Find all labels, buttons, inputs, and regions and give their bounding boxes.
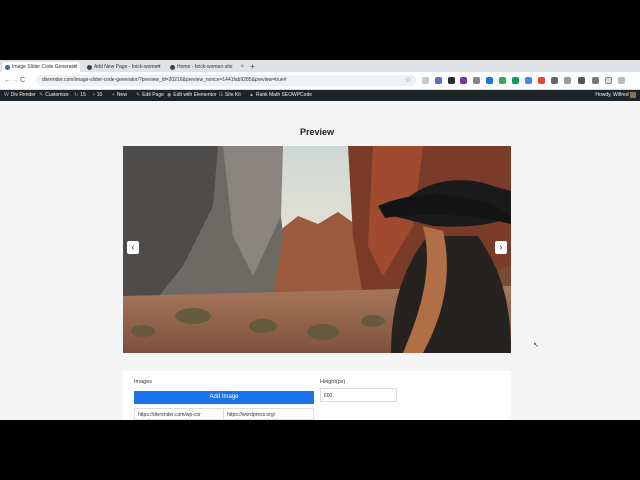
slider-next-button[interactable]: › (495, 241, 507, 254)
images-label: Images (134, 379, 153, 385)
extension-icon[interactable] (499, 77, 506, 84)
profile-icon[interactable] (605, 77, 612, 84)
preview-title: Preview (299, 127, 335, 137)
back-button[interactable]: ← (4, 76, 11, 85)
close-tab-icon[interactable]: × (73, 62, 77, 72)
extension-icon[interactable] (435, 77, 442, 84)
tab-image-slider[interactable]: Image Slider Code Generator × (2, 62, 80, 72)
download-icon[interactable] (592, 77, 599, 84)
mouse-cursor-icon: ↖ (533, 342, 539, 349)
wp-bar-elementor[interactable]: ◉ Edit with Elementor (167, 90, 216, 101)
howdy-label: Howdy, Wilfred (595, 92, 629, 98)
height-input[interactable]: 600 (320, 388, 397, 402)
extension-icon[interactable] (538, 77, 545, 84)
comment-icon: ▪ (93, 92, 95, 98)
extension-icon[interactable] (460, 77, 467, 84)
wp-bar-label: New (116, 92, 127, 98)
google-icon: G (219, 92, 223, 98)
address-bar-row: ← → C divrender.com/image-slider-code-ge… (0, 72, 640, 90)
wordpress-icon (87, 64, 92, 70)
tab-bar: Image Slider Code Generator × Add New Pa… (0, 60, 640, 72)
wp-bar-label: WPCode (292, 92, 313, 98)
tab-home[interactable]: Home - brick-women-site × (167, 62, 247, 72)
slide-image (123, 146, 511, 353)
browser-window: Image Slider Code Generator × Add New Pa… (0, 60, 640, 420)
new-tab-button[interactable]: + (250, 62, 255, 72)
extension-icon[interactable] (551, 77, 558, 84)
pencil-icon: ✎ (136, 92, 141, 98)
wp-bar-customize[interactable]: ✎ Customize (39, 90, 69, 101)
tab-title: Home - brick-women-site (177, 64, 233, 70)
wp-bar-label: 10 (96, 92, 103, 98)
extension-icon[interactable] (422, 77, 429, 84)
wp-bar-howdy[interactable]: Howdy, Wilfred (595, 90, 636, 101)
wp-bar-rank-math[interactable]: ▲ Rank Math SEO (249, 90, 292, 101)
wp-bar-edit-page[interactable]: ✎ Edit Page (136, 90, 164, 101)
extension-icon[interactable] (486, 77, 493, 84)
wp-bar-comments[interactable]: ▪ 10 (93, 90, 102, 101)
wp-bar-label: 15 (80, 92, 86, 98)
extension-icon[interactable] (473, 77, 480, 84)
wp-icon: W (4, 92, 9, 98)
wp-bar-site-name[interactable]: W Div Render (4, 90, 36, 101)
extension-icon[interactable] (512, 77, 519, 84)
wp-bar-label: Edit Page (142, 92, 164, 98)
tab-add-new-page[interactable]: Add New Page - brick-women × (84, 62, 164, 72)
wp-bar-wpcode[interactable]: WPCode (292, 90, 312, 101)
extension-icon[interactable] (578, 77, 585, 84)
extension-icon[interactable] (448, 77, 455, 84)
close-tab-icon[interactable]: × (240, 62, 244, 72)
updates-icon: ↻ (74, 92, 79, 98)
avatar (630, 91, 636, 98)
forward-button[interactable]: → (12, 76, 19, 85)
extension-icon[interactable] (525, 77, 532, 84)
menu-icon[interactable] (618, 77, 625, 84)
image-url-input-2[interactable]: https://wordpress.org/ (223, 408, 314, 420)
rank-math-icon: ▲ (249, 92, 254, 98)
image-slider: ‹ › (123, 146, 511, 353)
wp-admin-bar: W Div Render ✎ Customize ↻ 15 ▪ 10 + New ✎ Edi… (0, 90, 640, 101)
wp-bar-label: Customize (45, 92, 69, 98)
plus-icon: + (112, 92, 115, 98)
wp-bar-site-kit[interactable]: G Site Kit (219, 90, 241, 101)
add-image-button[interactable]: Add Image (134, 391, 314, 404)
wp-bar-label: Site Kit (224, 92, 241, 98)
wp-bar-new[interactable]: + New (112, 90, 127, 101)
wp-bar-label: Rank Math SEO (255, 92, 293, 98)
image-url-input-1[interactable]: https://divrender.com/wp-cor (134, 408, 224, 420)
page-content: Preview ‹ › ↖ Images Add Image https://d… (0, 101, 640, 420)
tab-title: Add New Page - brick-women (94, 64, 161, 70)
bookmark-star-icon[interactable]: ☆ (405, 75, 411, 86)
wp-bar-label: Div Render (10, 92, 36, 98)
site-favicon-icon (5, 64, 10, 70)
height-label: Height(px) (320, 379, 346, 385)
wp-bar-updates[interactable]: ↻ 15 (74, 90, 86, 101)
reload-button[interactable]: C (20, 76, 25, 85)
extension-icon[interactable] (564, 77, 571, 84)
tab-title: Image Slider Code Generator (12, 64, 78, 70)
settings-panel: Images Add Image https://divrender.com/w… (123, 371, 511, 420)
brush-icon: ✎ (39, 92, 44, 98)
wp-bar-label: Edit with Elementor (173, 92, 217, 98)
close-tab-icon[interactable]: × (157, 62, 161, 72)
wordpress-icon (170, 64, 175, 70)
slider-prev-button[interactable]: ‹ (127, 241, 139, 254)
elementor-icon: ◉ (167, 92, 172, 98)
url-input[interactable]: divrender.com/image-slider-code-generato… (36, 75, 416, 86)
